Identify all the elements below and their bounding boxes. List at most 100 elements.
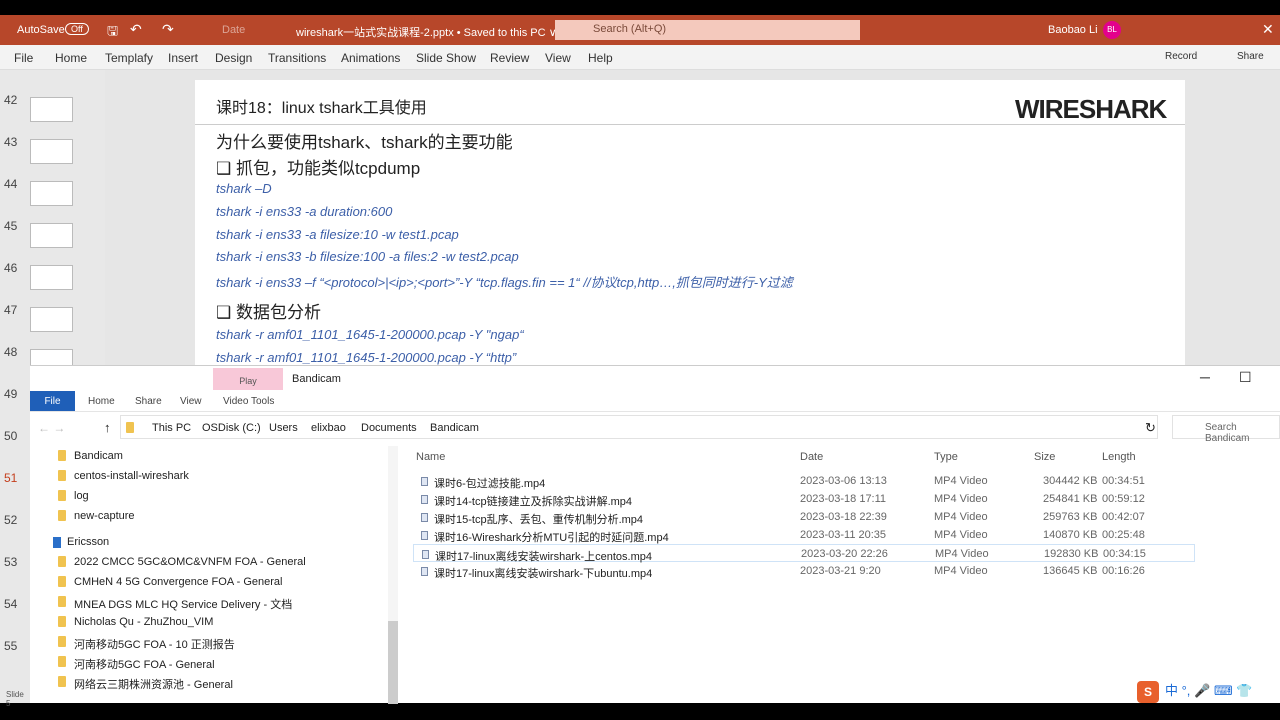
- column-date[interactable]: Date: [800, 451, 823, 463]
- nav-item[interactable]: 河南移动5GC FOA - 10 正测报告: [74, 636, 235, 652]
- tab-transitions[interactable]: Transitions: [268, 51, 326, 65]
- back-icon[interactable]: ← →: [38, 421, 65, 435]
- ime-toolbar[interactable]: 中 °, 🎤 ⌨ 👕: [1165, 680, 1252, 699]
- tab-home[interactable]: Home: [55, 51, 87, 65]
- tab-review[interactable]: Review: [490, 51, 529, 65]
- slide-thumbnail[interactable]: [30, 97, 73, 122]
- tab-view[interactable]: View: [545, 51, 571, 65]
- search-input[interactable]: Search (Alt+Q): [555, 20, 860, 40]
- undo-icon[interactable]: ↶: [130, 21, 142, 38]
- breadcrumb-users[interactable]: Users: [269, 422, 298, 434]
- play-tab[interactable]: Play: [213, 368, 283, 390]
- file-size: 304442 KB: [1043, 475, 1098, 487]
- file-type: MP4 Video: [934, 511, 988, 523]
- nav-item[interactable]: Nicholas Qu - ZhuZhou_VIM: [74, 616, 213, 628]
- tab-view[interactable]: View: [180, 396, 202, 407]
- slide-thumbnail[interactable]: [30, 307, 73, 332]
- folder-icon: [58, 470, 66, 481]
- column-name[interactable]: Name: [416, 451, 445, 463]
- nav-scrollbar[interactable]: [388, 446, 398, 704]
- nav-item[interactable]: MNEA DGS MLC HQ Service Delivery - 文档: [74, 596, 292, 612]
- column-size[interactable]: Size: [1034, 451, 1055, 463]
- tab-home[interactable]: Home: [88, 396, 115, 407]
- tab-video-tools[interactable]: Video Tools: [223, 396, 274, 407]
- folder-icon: [58, 676, 66, 687]
- save-icon[interactable]: 🖫: [107, 22, 118, 44]
- nav-item[interactable]: centos-install-wireshark: [74, 470, 189, 482]
- breadcrumb-documents[interactable]: Documents: [361, 422, 417, 434]
- slide-thumbnail[interactable]: [30, 181, 73, 206]
- breadcrumb-osdisk[interactable]: OSDisk (C:): [202, 422, 261, 434]
- tab-animations[interactable]: Animations: [341, 51, 400, 65]
- nav-item[interactable]: new-capture: [74, 510, 135, 522]
- document-title[interactable]: wireshark一站式实战课程-2.pptx • Saved to this …: [296, 24, 557, 40]
- file-row[interactable]: 课时15-tcp乱序、丢包、重传机制分析.mp4 2023-03-18 22:39…: [413, 508, 1195, 526]
- slide[interactable]: 课时18：linux tshark工具使用 WIRESHARK 为什么要使用ts…: [195, 80, 1185, 380]
- file-row[interactable]: 课时17-linux离线安装wirshark-上centos.mp4 2023-0…: [413, 544, 1195, 563]
- nav-item[interactable]: 网络云三期株洲资源池 - General: [74, 676, 233, 692]
- file-size: 136645 KB: [1043, 565, 1098, 577]
- record-button[interactable]: Record: [1165, 51, 1197, 62]
- nav-item[interactable]: log: [74, 490, 89, 502]
- slide-number: 46: [4, 261, 18, 275]
- nav-group-ericsson[interactable]: Ericsson: [67, 536, 109, 548]
- breadcrumb-bandicam[interactable]: Bandicam: [430, 422, 479, 434]
- up-icon[interactable]: ↑: [104, 420, 111, 435]
- video-file-icon: [421, 477, 428, 486]
- slide-thumbnail[interactable]: [30, 139, 73, 164]
- file-type: MP4 Video: [934, 493, 988, 505]
- refresh-icon[interactable]: ↻: [1145, 420, 1156, 436]
- tab-file[interactable]: File: [14, 51, 33, 65]
- date-button[interactable]: Date: [222, 24, 245, 36]
- building-icon: [53, 537, 61, 548]
- nav-item[interactable]: Bandicam: [74, 450, 123, 462]
- minimize-icon[interactable]: ─: [1200, 369, 1210, 385]
- tab-design[interactable]: Design: [215, 51, 252, 65]
- folder-icon: [58, 510, 66, 521]
- file-type: MP4 Video: [934, 529, 988, 541]
- command-line: tshark -i ens33 -a filesize:10 -w test1.…: [216, 227, 459, 242]
- search-input[interactable]: Search Bandicam: [1172, 415, 1280, 444]
- share-button[interactable]: Share: [1237, 51, 1264, 62]
- close-icon[interactable]: ✕: [1262, 21, 1274, 38]
- tab-insert[interactable]: Insert: [168, 51, 198, 65]
- tab-templafy[interactable]: Templafy: [105, 51, 153, 65]
- redo-icon[interactable]: ↷: [162, 21, 174, 38]
- breadcrumb-elixbao[interactable]: elixbao: [311, 422, 346, 434]
- tab-share[interactable]: Share: [135, 396, 162, 407]
- bullet-capture: ❑ 抓包，功能类似tcpdump: [216, 159, 421, 178]
- nav-item[interactable]: CMHeN 4 5G Convergence FOA - General: [74, 576, 282, 588]
- video-file-icon: [421, 567, 428, 576]
- slide-thumbnail[interactable]: [30, 265, 73, 290]
- tab-file[interactable]: File: [30, 391, 75, 411]
- breadcrumb-this-pc[interactable]: This PC: [152, 422, 191, 434]
- nav-item[interactable]: 2022 CMCC 5GC&OMC&VNFM FOA - General: [74, 556, 306, 568]
- file-row[interactable]: 课时16-Wireshark分析MTU引起的时延问题.mp4 2023-03-11…: [413, 526, 1195, 544]
- window-title: Bandicam: [292, 373, 341, 385]
- file-row[interactable]: 课时6-包过滤技能.mp4 2023-03-06 13:13 MP4 Video 30…: [413, 472, 1195, 490]
- sogou-ime-icon[interactable]: S: [1137, 681, 1159, 703]
- file-row[interactable]: 课时14-tcp链接建立及拆除实战讲解.mp4 2023-03-18 17:11 M…: [413, 490, 1195, 508]
- status-bar: Slide 5: [0, 690, 30, 708]
- column-type[interactable]: Type: [934, 451, 958, 463]
- nav-item[interactable]: 河南移动5GC FOA - General: [74, 656, 215, 672]
- slide-title: 课时18：linux tshark工具使用: [216, 100, 427, 117]
- avatar[interactable]: BL: [1103, 21, 1121, 39]
- file-length: 00:42:07: [1102, 511, 1145, 523]
- slide-number: 42: [4, 93, 18, 107]
- file-row[interactable]: 课时17-linux离线安装wirshark-下ubuntu.mp4 2023-0…: [413, 562, 1195, 580]
- folder-icon: [58, 596, 66, 607]
- maximize-icon[interactable]: ☐: [1239, 369, 1252, 386]
- file-name: 课时6-包过滤技能.mp4: [434, 478, 546, 490]
- tab-help[interactable]: Help: [588, 51, 613, 65]
- autosave-toggle[interactable]: Off: [65, 23, 89, 35]
- column-length[interactable]: Length: [1102, 451, 1136, 463]
- video-file-icon: [422, 550, 429, 559]
- folder-icon: [58, 656, 66, 667]
- file-length: 00:16:26: [1102, 565, 1145, 577]
- video-file-icon: [421, 531, 428, 540]
- slide-number: 43: [4, 135, 18, 149]
- folder-icon: [58, 636, 66, 647]
- tab-slide-show[interactable]: Slide Show: [416, 51, 476, 65]
- slide-thumbnail[interactable]: [30, 223, 73, 248]
